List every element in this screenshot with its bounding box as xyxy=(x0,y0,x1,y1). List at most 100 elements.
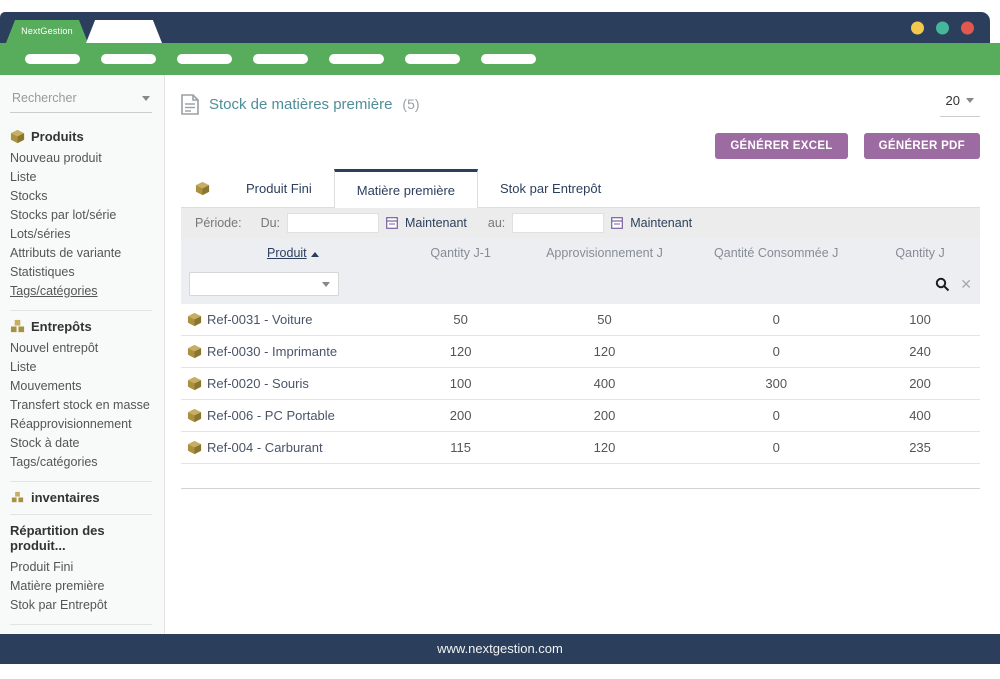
sidebar-item-lots-series[interactable]: Lots/séries xyxy=(10,225,152,244)
stock-tabs: Produit Fini Matière première Stok par E… xyxy=(181,169,980,208)
window-titlebar: NextGestion xyxy=(0,12,990,43)
periode-label: Période: xyxy=(195,216,242,230)
nav-pill-2[interactable] xyxy=(101,54,156,64)
cell-qantity-j1: 115 xyxy=(405,432,517,464)
sidebar-item-reapprovisionnement[interactable]: Réapprovisionnement xyxy=(10,415,152,434)
nav-pill-6[interactable] xyxy=(405,54,460,64)
column-header-produit[interactable]: Produit xyxy=(181,238,405,268)
sidebar-item-mouvements[interactable]: Mouvements xyxy=(10,377,152,396)
tab-stok-par-entrepot[interactable]: Stok par Entrepôt xyxy=(478,169,623,207)
window-dot-red[interactable] xyxy=(961,21,974,34)
column-header-consommee[interactable]: Qantité Consommée J xyxy=(692,238,860,268)
box-icon xyxy=(10,129,25,144)
brand-tab[interactable]: NextGestion xyxy=(6,20,88,43)
window-dot-teal[interactable] xyxy=(936,21,949,34)
sidebar-item-stok-par-entrepot[interactable]: Stok par Entrepôt xyxy=(10,596,152,615)
page-title: Stock de matières première xyxy=(209,96,392,113)
cell-approvisionnement: 120 xyxy=(517,336,693,368)
page-header: Stock de matières première (5) 20 xyxy=(181,91,980,117)
cell-consommee: 0 xyxy=(692,432,860,464)
nav-pill-3[interactable] xyxy=(177,54,232,64)
sidebar-header-repartition[interactable]: Répartition des produit... xyxy=(10,523,152,553)
date-to-input[interactable] xyxy=(512,213,604,233)
tab-produit-fini[interactable]: Produit Fini xyxy=(224,169,334,207)
cell-qantity-j: 240 xyxy=(860,336,980,368)
product-link[interactable]: Ref-006 - PC Portable xyxy=(207,408,335,423)
window-controls xyxy=(911,21,974,34)
cell-qantity-j1: 100 xyxy=(405,368,517,400)
product-link[interactable]: Ref-004 - Carburant xyxy=(207,440,323,455)
sidebar-item-produit-fini[interactable]: Produit Fini xyxy=(10,558,152,577)
periode-filter-bar: Période: Du: Maintenant au: Maintenant xyxy=(181,208,980,238)
sidebar-item-nouvel-entrepot[interactable]: Nouvel entrepôt xyxy=(10,339,152,358)
sidebar-item-transfert-stock[interactable]: Transfert stock en masse xyxy=(10,396,152,415)
product-filter-select[interactable] xyxy=(189,272,339,296)
cell-qantity-j: 100 xyxy=(860,304,980,336)
table-row[interactable]: Ref-004 - Carburant 115 120 0 235 xyxy=(181,432,980,464)
du-label: Du: xyxy=(261,216,280,230)
cell-qantity-j1: 200 xyxy=(405,400,517,432)
main-navbar xyxy=(0,43,1000,75)
cell-qantity-j1: 50 xyxy=(405,304,517,336)
nav-pill-5[interactable] xyxy=(329,54,384,64)
product-link[interactable]: Ref-0031 - Voiture xyxy=(207,312,313,327)
sidebar-item-liste-entrepots[interactable]: Liste xyxy=(10,358,152,377)
sidebar-item-stock-a-date[interactable]: Stock à date xyxy=(10,434,152,453)
cell-approvisionnement: 120 xyxy=(517,432,693,464)
sidebar-header-entrepots: Entrepôts xyxy=(10,319,152,334)
box-icon xyxy=(187,440,202,455)
table-row[interactable]: Ref-0030 - Imprimante 120 120 0 240 xyxy=(181,336,980,368)
sidebar-header-inventaires[interactable]: inventaires xyxy=(10,490,152,505)
nav-pill-7[interactable] xyxy=(481,54,536,64)
calendar-icon[interactable] xyxy=(611,217,623,229)
column-header-qantity-j1[interactable]: Qantity J-1 xyxy=(405,238,517,268)
sort-asc-icon xyxy=(311,252,319,257)
sidebar-item-attributs-variante[interactable]: Attributs de variante xyxy=(10,244,152,263)
window-dot-yellow[interactable] xyxy=(911,21,924,34)
generate-excel-button[interactable]: GÉNÉRER EXCEL xyxy=(715,133,847,159)
sidebar-item-stocks-lot-serie[interactable]: Stocks par lot/série xyxy=(10,206,152,225)
footer-bar: www.nextgestion.com xyxy=(0,634,1000,664)
au-label: au: xyxy=(488,216,505,230)
column-header-qantity-j[interactable]: Qantity J xyxy=(860,238,980,268)
sidebar: Rechercher Produits Nouveau produit List… xyxy=(0,75,165,634)
sidebar-item-stocks[interactable]: Stocks xyxy=(10,187,152,206)
page-size-value: 20 xyxy=(946,93,960,108)
nav-pill-4[interactable] xyxy=(253,54,308,64)
table-row[interactable]: Ref-006 - PC Portable 200 200 0 400 xyxy=(181,400,980,432)
tab-matiere-premiere[interactable]: Matière première xyxy=(334,169,478,208)
column-header-approvisionnement[interactable]: Approvisionnement J xyxy=(517,238,693,268)
sidebar-section-entrepots: Entrepôts Nouvel entrepôt Liste Mouvemen… xyxy=(10,311,152,482)
now-link-to[interactable]: Maintenant xyxy=(630,216,692,230)
search-icon[interactable] xyxy=(935,277,950,292)
sidebar-item-matiere-premiere[interactable]: Matière première xyxy=(10,577,152,596)
ghost-tab[interactable] xyxy=(86,20,162,43)
sidebar-item-tags-categories-entrepots[interactable]: Tags/catégories xyxy=(10,453,152,472)
cell-approvisionnement: 400 xyxy=(517,368,693,400)
page-size-select[interactable]: 20 xyxy=(940,91,980,117)
date-from-input[interactable] xyxy=(287,213,379,233)
cell-consommee: 300 xyxy=(692,368,860,400)
product-link[interactable]: Ref-0030 - Imprimante xyxy=(207,344,337,359)
product-link[interactable]: Ref-0020 - Souris xyxy=(207,376,309,391)
table-header-row: Produit Qantity J-1 Approvisionnement J … xyxy=(181,238,980,268)
calendar-icon[interactable] xyxy=(386,217,398,229)
table-row[interactable]: Ref-0031 - Voiture 50 50 0 100 xyxy=(181,304,980,336)
sidebar-section-repartition: Répartition des produit... Produit Fini … xyxy=(10,515,152,625)
now-link-from[interactable]: Maintenant xyxy=(405,216,467,230)
table-row[interactable]: Ref-0020 - Souris 100 400 300 200 xyxy=(181,368,980,400)
sidebar-item-liste-produits[interactable]: Liste xyxy=(10,168,152,187)
box-icon xyxy=(195,181,210,196)
generate-pdf-button[interactable]: GÉNÉRER PDF xyxy=(864,133,980,159)
cell-consommee: 0 xyxy=(692,304,860,336)
app-window: NextGestion Rechercher xyxy=(0,12,1000,679)
cell-qantity-j: 235 xyxy=(860,432,980,464)
cell-consommee: 0 xyxy=(692,336,860,368)
sidebar-item-nouveau-produit[interactable]: Nouveau produit xyxy=(10,149,152,168)
clear-filter-icon[interactable]: ✕ xyxy=(960,276,972,293)
sidebar-item-tags-categories-produits[interactable]: Tags/catégories xyxy=(10,282,152,301)
nav-pill-1[interactable] xyxy=(25,54,80,64)
sidebar-search-select[interactable]: Rechercher xyxy=(10,89,152,113)
sidebar-item-statistiques[interactable]: Statistiques xyxy=(10,263,152,282)
sidebar-search-placeholder: Rechercher xyxy=(12,91,77,105)
